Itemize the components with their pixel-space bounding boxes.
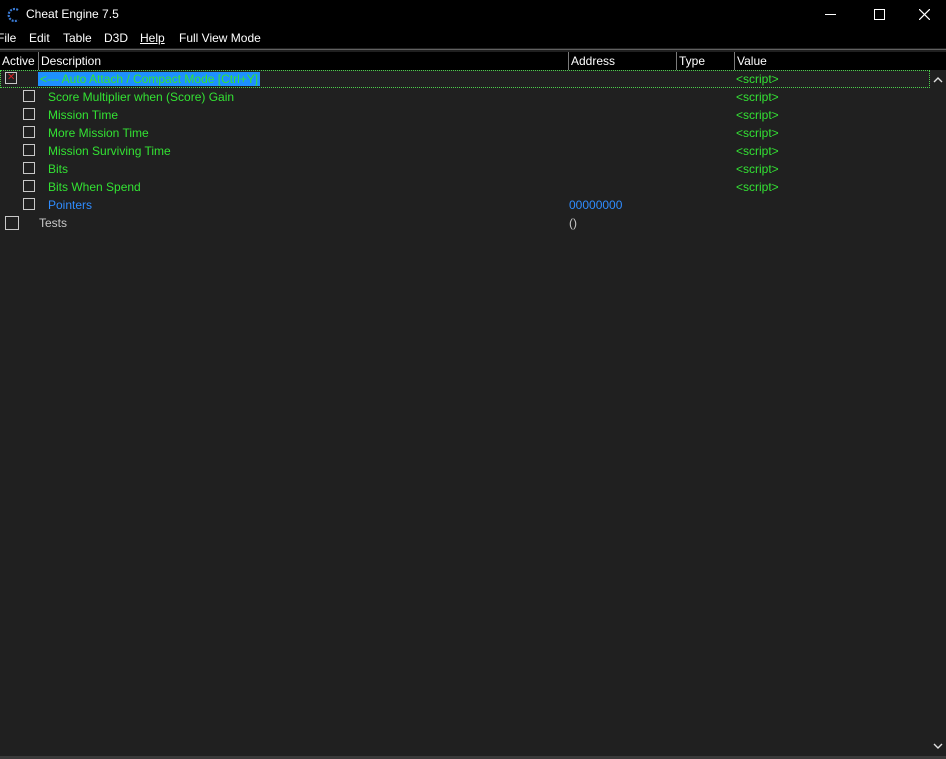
row-value: <script> — [736, 126, 779, 140]
col-active[interactable]: Active — [2, 54, 35, 68]
row-description: Mission Surviving Time — [48, 144, 171, 158]
col-description[interactable]: Description — [41, 54, 101, 68]
scroll-down-button[interactable] — [930, 738, 946, 756]
row-description: Score Multiplier when (Score) Gain — [48, 90, 235, 104]
col-address[interactable]: Address — [571, 54, 615, 68]
active-checkbox[interactable] — [5, 216, 19, 230]
table-row-tests[interactable]: Tests () — [0, 214, 930, 232]
table-row[interactable]: Score Multiplier when (Score) Gain <scri… — [0, 88, 930, 106]
table-row-auto-attach[interactable]: ✕ <--- Auto Attach / Compact Mode [Ctrl+… — [0, 70, 930, 88]
row-description: Pointers — [48, 198, 93, 212]
active-checkbox[interactable] — [23, 90, 35, 102]
col-value[interactable]: Value — [737, 54, 767, 68]
chevron-down-icon — [933, 743, 943, 749]
chevron-up-icon — [933, 77, 943, 83]
row-value: <script> — [736, 144, 779, 158]
menu-help[interactable]: Help — [140, 31, 165, 45]
active-checkbox[interactable] — [23, 126, 35, 138]
active-checkbox[interactable] — [23, 162, 35, 174]
row-description: More Mission Time — [48, 126, 149, 140]
menu-edit[interactable]: Edit — [29, 31, 50, 45]
scroll-up-button[interactable] — [930, 70, 946, 88]
row-description: <--- Auto Attach / Compact Mode [Ctrl+Y] — [38, 72, 261, 86]
row-address: () — [569, 216, 577, 230]
close-button[interactable] — [902, 0, 946, 29]
active-checkbox[interactable] — [23, 180, 35, 192]
table-row[interactable]: More Mission Time <script> — [0, 124, 930, 142]
active-checkbox[interactable]: ✕ — [5, 72, 17, 84]
maximize-button[interactable] — [857, 0, 903, 29]
row-address: 00000000 — [569, 198, 623, 212]
row-description: Tests — [39, 216, 68, 230]
active-checkbox[interactable] — [23, 198, 35, 210]
col-divider[interactable] — [676, 52, 677, 70]
row-description: Bits When Spend — [48, 180, 141, 194]
vertical-scrollbar[interactable] — [930, 70, 946, 756]
maximize-icon — [874, 9, 885, 20]
col-divider[interactable] — [568, 52, 569, 70]
menu-table[interactable]: Table — [63, 31, 92, 45]
row-value: <script> — [736, 90, 779, 104]
menu-d3d[interactable]: D3D — [104, 31, 128, 45]
row-description: Bits — [48, 162, 69, 176]
menu-file[interactable]: File — [0, 31, 16, 45]
cheat-engine-logo-icon — [7, 7, 19, 23]
menu-separator — [0, 49, 946, 50]
table-row[interactable]: Mission Time <script> — [0, 106, 930, 124]
menu-full-view-mode[interactable]: Full View Mode — [179, 31, 261, 45]
minimize-button[interactable] — [808, 0, 854, 29]
table-row[interactable]: Bits When Spend <script> — [0, 178, 930, 196]
row-description: Mission Time — [48, 108, 119, 122]
window-title: Cheat Engine 7.5 — [26, 7, 119, 21]
active-checkbox[interactable] — [23, 108, 35, 120]
cheat-table-list[interactable]: ✕ <--- Auto Attach / Compact Mode [Ctrl+… — [0, 70, 930, 754]
col-divider[interactable] — [734, 52, 735, 70]
menu-bar: File Edit Table D3D Help Full View Mode — [0, 29, 946, 48]
table-row[interactable]: Mission Surviving Time <script> — [0, 142, 930, 160]
table-row[interactable]: Bits <script> — [0, 160, 930, 178]
row-value: <script> — [736, 108, 779, 122]
title-bar: Cheat Engine 7.5 — [0, 0, 946, 29]
row-value: <script> — [736, 180, 779, 194]
active-checkbox[interactable] — [23, 144, 35, 156]
minimize-icon — [825, 14, 836, 15]
row-value: <script> — [736, 72, 779, 86]
col-divider[interactable] — [38, 52, 39, 70]
close-icon — [919, 9, 930, 20]
col-type[interactable]: Type — [679, 54, 705, 68]
table-row-pointers[interactable]: Pointers 00000000 — [0, 196, 930, 214]
column-header: Active Description Address Type Value — [0, 52, 946, 70]
checked-x-icon: ✕ — [7, 72, 16, 83]
row-value: <script> — [736, 162, 779, 176]
